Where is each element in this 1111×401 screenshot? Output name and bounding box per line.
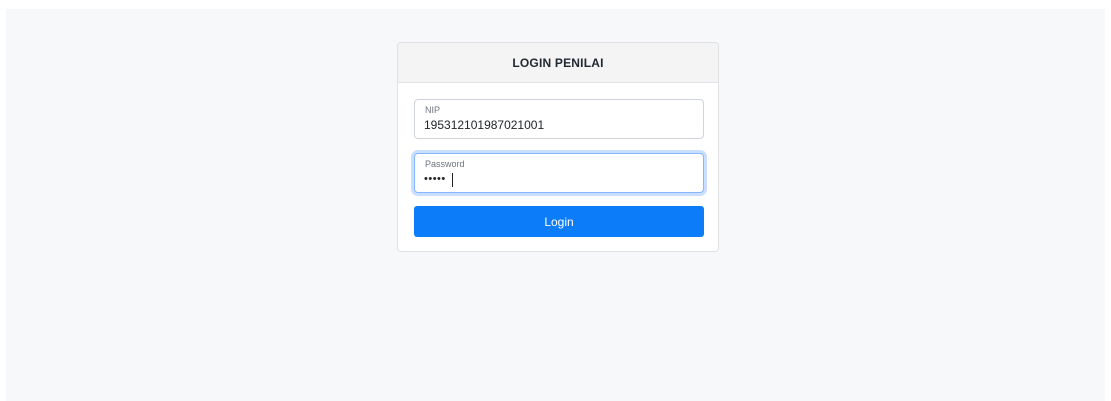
nip-field[interactable]: NIP (414, 99, 704, 139)
password-label: Password (425, 159, 465, 169)
login-button[interactable]: Login (414, 206, 704, 237)
login-card: LOGIN PENILAI NIP Password Login (397, 42, 719, 252)
nip-label: NIP (425, 105, 441, 115)
password-field[interactable]: Password (414, 153, 704, 193)
login-card-title: LOGIN PENILAI (398, 43, 718, 83)
text-cursor (452, 173, 453, 187)
nip-input[interactable] (424, 116, 694, 134)
password-input[interactable] (424, 170, 694, 188)
